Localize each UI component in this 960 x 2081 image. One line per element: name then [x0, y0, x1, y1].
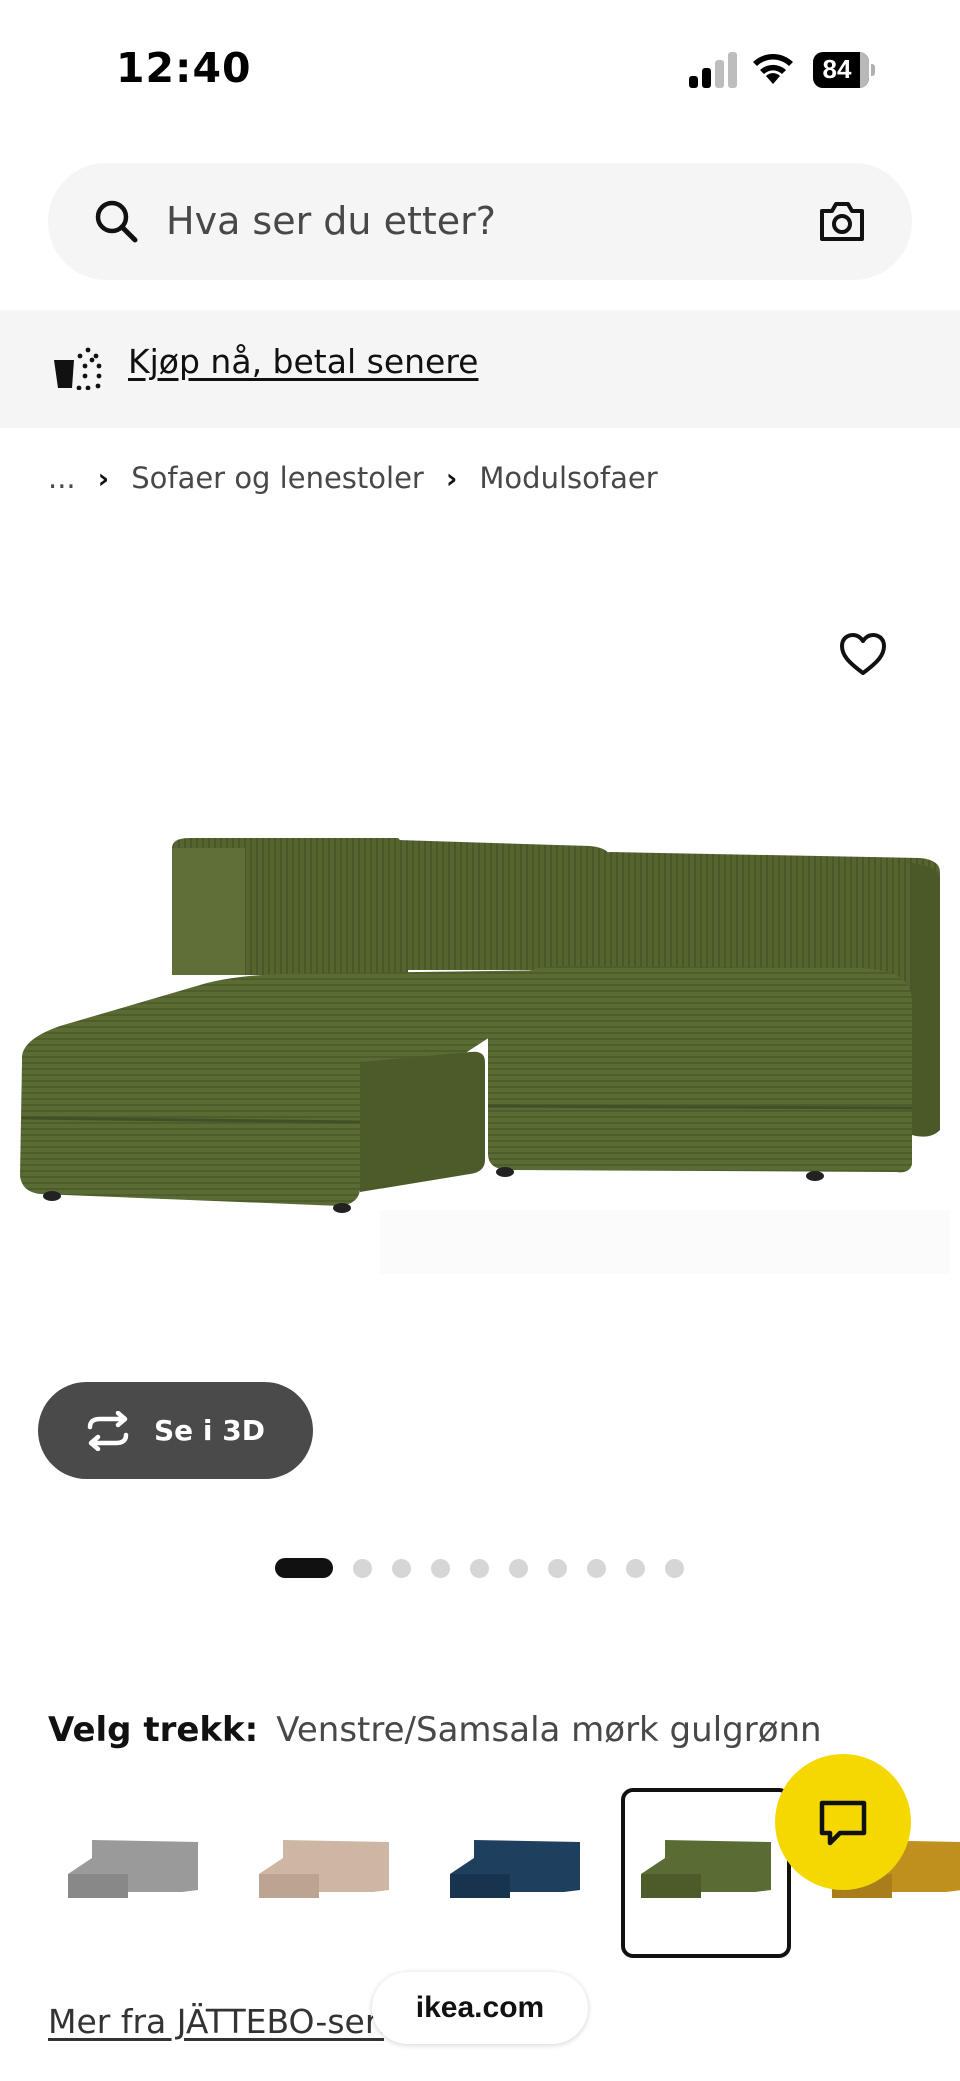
carousel-dot[interactable]	[665, 1558, 684, 1578]
carousel-dot[interactable]	[548, 1558, 567, 1578]
breadcrumb-item-modular-sofas[interactable]: Modulsofaer	[479, 461, 657, 495]
status-time: 12:40	[116, 44, 252, 92]
camera-icon[interactable]	[818, 197, 866, 245]
wifi-icon	[753, 54, 793, 84]
more-from-series-link[interactable]: Mer fra JÄTTEBO-serien	[48, 2002, 384, 2041]
heart-icon[interactable]	[838, 630, 888, 680]
carousel-dot[interactable]	[626, 1558, 645, 1578]
url-label: ikea.com	[415, 1991, 545, 2024]
bag-icon	[54, 347, 102, 390]
breadcrumb-item-sofas[interactable]: Sofaer og lenestoler	[131, 461, 424, 495]
search-icon[interactable]	[92, 197, 140, 245]
image-carousel-dots	[275, 1558, 704, 1578]
signal-icon	[689, 52, 737, 88]
variant-value: Venstre/Samsala mørk gulgrønn	[276, 1710, 822, 1750]
carousel-dot[interactable]	[509, 1558, 528, 1578]
swatch-beige[interactable]	[239, 1788, 409, 1958]
search-bar[interactable]	[48, 163, 912, 280]
carousel-dot[interactable]	[431, 1558, 450, 1578]
breadcrumb: ... › Sofaer og lenestoler › Modulsofaer	[48, 458, 658, 498]
battery-level: 84	[822, 54, 852, 84]
product-image[interactable]	[0, 800, 960, 1280]
carousel-dot[interactable]	[587, 1558, 606, 1578]
variant-selector-label: Velg trekk: Venstre/Samsala mørk gulgrønn	[48, 1710, 822, 1750]
view-3d-label: Se i 3D	[154, 1414, 265, 1447]
url-pill[interactable]: ikea.com	[372, 1972, 588, 2044]
promo-banner: Kjøp nå, betal senere	[0, 310, 960, 428]
search-input[interactable]	[166, 193, 766, 249]
swatch-dark-yellow-green[interactable]	[621, 1788, 791, 1958]
chevron-right-icon: ›	[97, 461, 110, 495]
rotate-3d-icon	[87, 1410, 129, 1451]
breadcrumb-item-ellipsis[interactable]: ...	[48, 461, 76, 495]
carousel-dot[interactable]	[470, 1558, 489, 1578]
view-3d-button[interactable]: Se i 3D	[38, 1382, 313, 1479]
battery-icon: 84	[813, 52, 875, 88]
swatch-light-grey[interactable]	[48, 1788, 218, 1958]
status-bar: 12:40 84	[0, 0, 960, 140]
carousel-dot[interactable]	[353, 1558, 372, 1578]
chat-icon	[819, 1800, 867, 1846]
carousel-dot[interactable]	[392, 1558, 411, 1578]
carousel-dot[interactable]	[275, 1558, 333, 1578]
bnpl-link[interactable]: Kjøp nå, betal senere	[128, 342, 478, 381]
chat-button[interactable]	[775, 1754, 911, 1890]
variant-label: Velg trekk:	[48, 1710, 259, 1750]
swatch-dark-blue[interactable]	[430, 1788, 600, 1958]
chevron-right-icon: ›	[445, 461, 458, 495]
